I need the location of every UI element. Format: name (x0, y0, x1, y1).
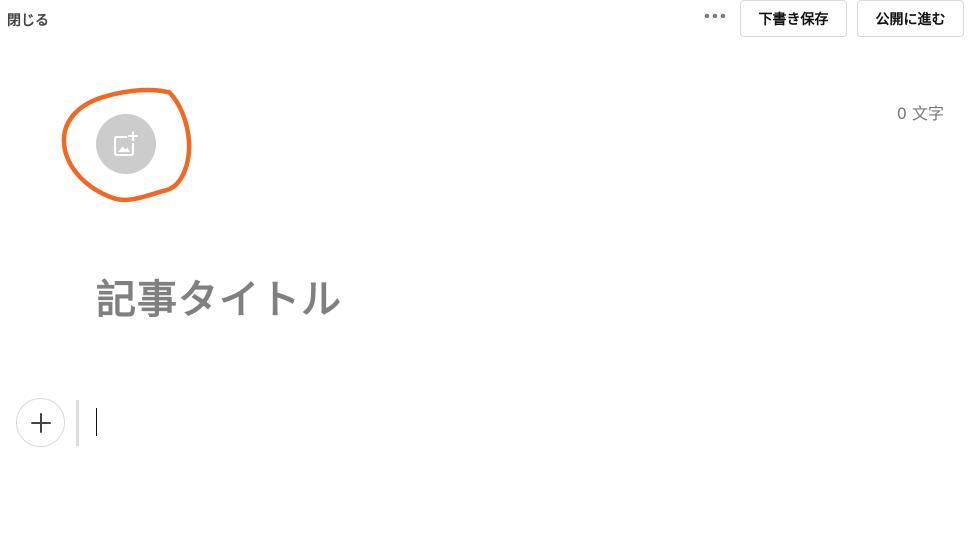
plus-icon (30, 412, 51, 433)
add-eyecatch-image-button[interactable] (96, 114, 156, 174)
add-block-button[interactable] (16, 398, 65, 447)
article-title-input[interactable]: 記事タイトル (96, 267, 342, 325)
more-options-button[interactable] (700, 2, 730, 30)
close-button[interactable]: 閉じる (7, 10, 49, 30)
publish-button[interactable]: 公開に進む (857, 0, 964, 37)
block-divider (76, 400, 79, 446)
note-editor-page: 閉じる 下書き保存 公開に進む 0 文字 記事タイトル (0, 0, 977, 536)
character-count: 0 文字 (896, 104, 944, 123)
save-draft-button[interactable]: 下書き保存 (740, 0, 847, 37)
add-image-icon (114, 131, 138, 156)
article-body-editor[interactable] (94, 404, 934, 440)
more-horizontal-icon (704, 13, 726, 19)
text-caret (96, 408, 97, 436)
